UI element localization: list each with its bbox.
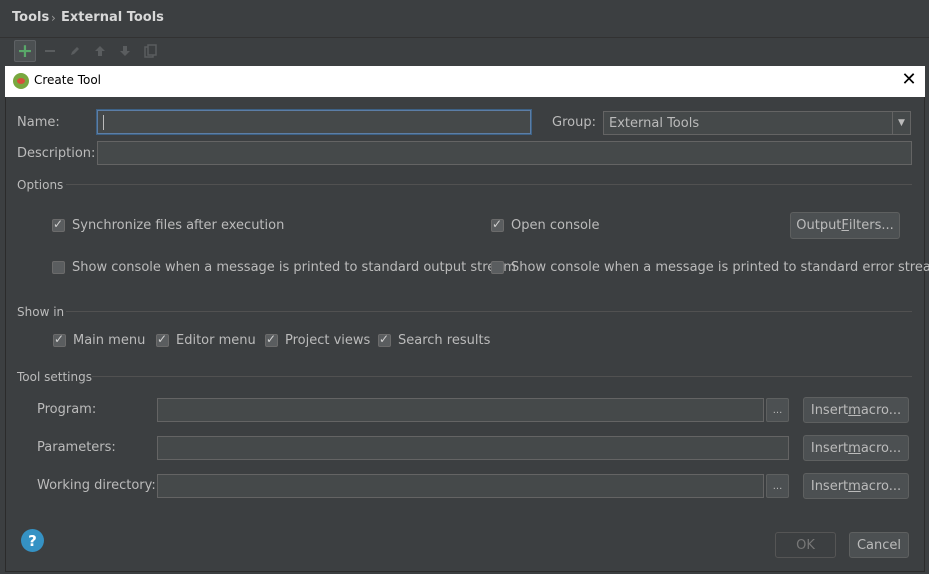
- insert-macro-label-pre: Insert: [810, 440, 849, 456]
- program-input[interactable]: [157, 398, 764, 422]
- output-filters-mnemonic: F: [841, 218, 849, 233]
- parameters-input[interactable]: [157, 436, 789, 460]
- insert-macro-label-pre: Insert: [810, 478, 849, 494]
- name-label: Name:: [17, 115, 60, 130]
- arrow-up-icon[interactable]: [89, 40, 111, 62]
- program-insert-macro-button[interactable]: Insert m acro...: [803, 397, 909, 423]
- close-icon[interactable]: ✕: [898, 69, 920, 91]
- breadcrumb-current: External Tools: [61, 10, 164, 25]
- breadcrumb-root[interactable]: Tools: [12, 10, 49, 25]
- text-caret: [103, 115, 104, 130]
- copy-icon[interactable]: [139, 40, 161, 62]
- group-select-value: External Tools: [609, 116, 700, 131]
- options-divider: [66, 184, 912, 185]
- sync-files-label[interactable]: Synchronize files after execution: [72, 218, 284, 233]
- parameters-label: Parameters:: [37, 440, 116, 455]
- working-directory-input[interactable]: [157, 474, 764, 498]
- project-views-label[interactable]: Project views: [285, 333, 370, 348]
- show-console-stderr-checkbox[interactable]: [491, 261, 504, 274]
- chevron-down-icon[interactable]: ▼: [892, 112, 910, 134]
- show-in-header: Show in: [17, 305, 65, 319]
- main-menu-label[interactable]: Main menu: [73, 333, 145, 348]
- open-console-checkbox[interactable]: [491, 217, 504, 232]
- cancel-button[interactable]: Cancel: [849, 532, 909, 558]
- editor-menu-checkbox[interactable]: [156, 332, 169, 347]
- name-input[interactable]: [97, 110, 531, 134]
- show-console-stdout-checkbox[interactable]: [52, 261, 65, 274]
- working-directory-browse-button[interactable]: ...: [766, 474, 789, 498]
- group-select[interactable]: External Tools ▼: [603, 111, 911, 135]
- editor-menu-label[interactable]: Editor menu: [176, 333, 256, 348]
- program-browse-button[interactable]: ...: [766, 398, 789, 422]
- open-console-label[interactable]: Open console: [511, 218, 600, 233]
- group-label: Group:: [552, 115, 596, 130]
- main-menu-checkbox[interactable]: [53, 332, 66, 347]
- sync-files-checkbox[interactable]: [52, 217, 65, 232]
- tool-settings-header: Tool settings: [17, 370, 92, 384]
- output-filters-button[interactable]: Output Filters...: [790, 212, 900, 239]
- tool-settings-divider: [92, 376, 912, 377]
- insert-macro-mnemonic: m: [848, 478, 861, 494]
- show-console-stdout-label[interactable]: Show console when a message is printed t…: [72, 260, 516, 275]
- description-label: Description:: [17, 146, 96, 161]
- breadcrumb-separator: ›: [51, 11, 56, 25]
- android-studio-icon: [13, 73, 29, 89]
- search-results-label[interactable]: Search results: [398, 333, 490, 348]
- help-icon[interactable]: ?: [21, 529, 44, 552]
- working-directory-insert-macro-button[interactable]: Insert m acro...: [803, 473, 909, 499]
- insert-macro-label-post: acro...: [860, 478, 902, 494]
- dialog-title: Create Tool: [34, 73, 101, 87]
- output-filters-label-pre: Output: [796, 218, 842, 233]
- description-input[interactable]: [97, 141, 912, 165]
- options-header: Options: [17, 178, 64, 192]
- project-views-checkbox[interactable]: [265, 332, 278, 347]
- output-filters-label-post: ilters...: [848, 218, 894, 233]
- plus-icon[interactable]: +: [14, 40, 36, 62]
- insert-macro-mnemonic: m: [848, 402, 861, 418]
- ok-button[interactable]: OK: [775, 532, 836, 558]
- insert-macro-label-pre: Insert: [810, 402, 849, 418]
- search-results-checkbox[interactable]: [378, 332, 391, 347]
- show-console-stderr-label[interactable]: Show console when a message is printed t…: [511, 260, 929, 275]
- working-directory-label: Working directory:: [37, 478, 156, 493]
- parameters-insert-macro-button[interactable]: Insert m acro...: [803, 435, 909, 461]
- show-in-divider: [66, 311, 912, 312]
- dialog-titlebar[interactable]: [5, 66, 925, 97]
- pencil-icon[interactable]: [64, 40, 86, 62]
- insert-macro-label-post: acro...: [860, 440, 902, 456]
- program-label: Program:: [37, 402, 97, 417]
- insert-macro-mnemonic: m: [848, 440, 861, 456]
- arrow-down-icon[interactable]: [114, 40, 136, 62]
- insert-macro-label-post: acro...: [860, 402, 902, 418]
- minus-icon[interactable]: [39, 40, 61, 62]
